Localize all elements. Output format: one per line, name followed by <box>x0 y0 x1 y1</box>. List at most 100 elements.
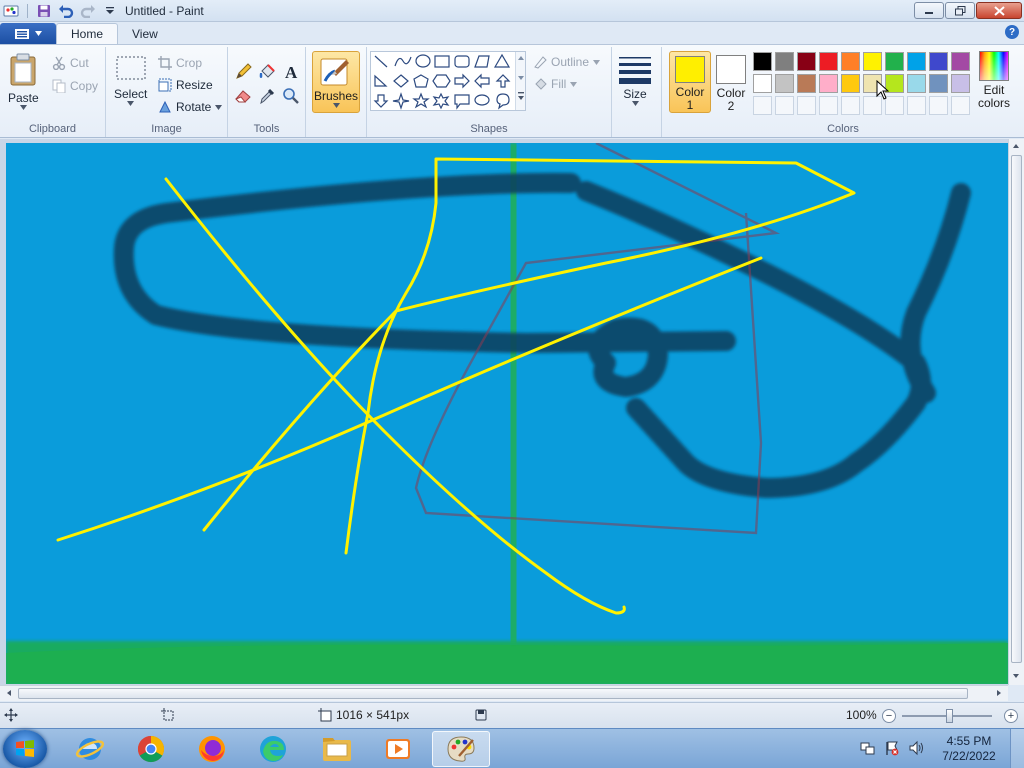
close-button[interactable] <box>976 2 1022 19</box>
file-menu-button[interactable] <box>0 23 56 44</box>
customize-qat-icon[interactable] <box>101 2 119 20</box>
tab-view[interactable]: View <box>118 23 172 44</box>
scroll-down-icon[interactable] <box>1009 669 1023 683</box>
taskbar-media-player[interactable] <box>370 731 426 767</box>
help-icon[interactable]: ? <box>1005 25 1019 39</box>
palette-swatch[interactable] <box>841 52 860 71</box>
tab-home[interactable]: Home <box>56 23 119 44</box>
minimize-button[interactable] <box>914 2 944 19</box>
paste-button[interactable]: Paste <box>8 53 39 110</box>
color-1-button[interactable]: Color 1 <box>669 51 711 113</box>
taskbar-edge[interactable] <box>245 731 301 767</box>
chrome-icon <box>137 735 165 763</box>
volume-icon[interactable] <box>908 740 924 759</box>
start-button[interactable] <box>3 730 47 768</box>
scroll-right-icon[interactable] <box>992 686 1006 700</box>
vertical-scroll-thumb[interactable] <box>1011 155 1022 663</box>
paint-app-icon[interactable] <box>2 2 20 20</box>
rotate-button[interactable]: Rotate <box>158 98 223 116</box>
palette-swatch[interactable] <box>775 52 794 71</box>
network-icon[interactable] <box>860 740 876 759</box>
image-group-label: Image <box>151 123 182 135</box>
palette-swatch[interactable] <box>819 52 838 71</box>
shapes-scrollbar[interactable] <box>515 52 525 110</box>
rotate-icon <box>159 100 171 113</box>
zoom-level: 100% <box>846 708 877 722</box>
fill-bucket-icon[interactable] <box>256 61 278 83</box>
palette-swatch[interactable] <box>929 74 948 93</box>
zoom-slider-thumb[interactable] <box>946 709 953 723</box>
palette-custom-slot[interactable] <box>819 96 838 115</box>
zoom-in-button[interactable]: + <box>1004 709 1018 723</box>
palette-swatch[interactable] <box>907 74 926 93</box>
palette-custom-slot[interactable] <box>775 96 794 115</box>
internet-explorer-icon <box>75 738 105 760</box>
palette-custom-slot[interactable] <box>907 96 926 115</box>
taskbar-internet-explorer[interactable] <box>62 731 118 767</box>
crop-button[interactable]: Crop <box>158 54 202 72</box>
select-button[interactable]: Select <box>114 55 147 106</box>
zoom-out-button[interactable]: − <box>882 709 896 723</box>
palette-swatch[interactable] <box>885 52 904 71</box>
size-button[interactable]: Size <box>618 55 652 106</box>
scroll-up-icon[interactable] <box>1009 139 1023 153</box>
palette-custom-slot[interactable] <box>951 96 970 115</box>
color-2-button[interactable]: Color 2 <box>715 51 747 113</box>
resize-button[interactable]: Resize <box>158 76 213 94</box>
edit-colors-button[interactable]: Edit colors <box>975 51 1013 110</box>
fill-button[interactable]: Fill <box>533 75 578 93</box>
redo-icon[interactable] <box>79 2 97 20</box>
media-player-icon <box>386 739 410 759</box>
chevron-down-icon <box>34 31 42 36</box>
scroll-left-icon[interactable] <box>2 686 16 700</box>
clock-date: 7/22/2022 <box>942 749 996 763</box>
palette-swatch[interactable] <box>863 52 882 71</box>
palette-custom-slot[interactable] <box>797 96 816 115</box>
drawing-canvas[interactable] <box>6 143 1008 684</box>
palette-custom-slot[interactable] <box>841 96 860 115</box>
palette-swatch[interactable] <box>907 52 926 71</box>
palette-swatch[interactable] <box>753 74 772 93</box>
restore-button[interactable] <box>945 2 975 19</box>
palette-swatch[interactable] <box>841 74 860 93</box>
palette-custom-slot[interactable] <box>929 96 948 115</box>
show-desktop-button[interactable] <box>1010 729 1024 768</box>
cursor-position-icon <box>4 708 18 722</box>
taskbar-chrome[interactable] <box>123 731 179 767</box>
vertical-scrollbar[interactable] <box>1008 139 1024 685</box>
taskbar-firefox[interactable] <box>184 731 240 767</box>
brushes-button[interactable]: Brushes <box>312 51 360 113</box>
palette-swatch[interactable] <box>929 52 948 71</box>
canvas-size-indicator: 1016 × 541px <box>318 708 409 722</box>
outline-button[interactable]: Outline <box>533 53 601 71</box>
palette-swatch[interactable] <box>951 74 970 93</box>
eraser-icon[interactable] <box>232 85 254 107</box>
pencil-icon[interactable] <box>232 61 254 83</box>
save-icon[interactable] <box>35 2 53 20</box>
horizontal-scroll-thumb[interactable] <box>18 688 968 699</box>
shapes-group-label: Shapes <box>470 123 508 135</box>
taskbar-paint[interactable] <box>432 731 490 767</box>
palette-swatch[interactable] <box>797 74 816 93</box>
color-picker-icon[interactable] <box>256 85 278 107</box>
horizontal-scrollbar[interactable] <box>0 685 1008 701</box>
action-center-flag-icon[interactable] <box>884 740 900 759</box>
palette-swatch[interactable] <box>797 52 816 71</box>
text-icon[interactable]: A <box>280 61 302 83</box>
shapes-gallery-icons[interactable] <box>371 52 517 110</box>
taskbar-file-explorer[interactable] <box>309 731 365 767</box>
copy-button[interactable]: Copy <box>52 77 98 95</box>
clipboard-group: Paste Cut Copy Clipboard <box>0 47 106 137</box>
palette-swatch[interactable] <box>951 52 970 71</box>
color-2-swatch <box>716 55 746 84</box>
palette-swatch[interactable] <box>753 52 772 71</box>
cut-button[interactable]: Cut <box>52 54 89 72</box>
palette-custom-slot[interactable] <box>753 96 772 115</box>
ribbon-tabs: Home View ? <box>0 22 1024 44</box>
system-clock[interactable]: 4:55 PM 7/22/2022 <box>934 734 1004 764</box>
magnifier-icon[interactable] <box>280 85 302 107</box>
selection-size-icon <box>161 708 175 722</box>
undo-icon[interactable] <box>57 2 75 20</box>
palette-swatch[interactable] <box>775 74 794 93</box>
palette-swatch[interactable] <box>819 74 838 93</box>
